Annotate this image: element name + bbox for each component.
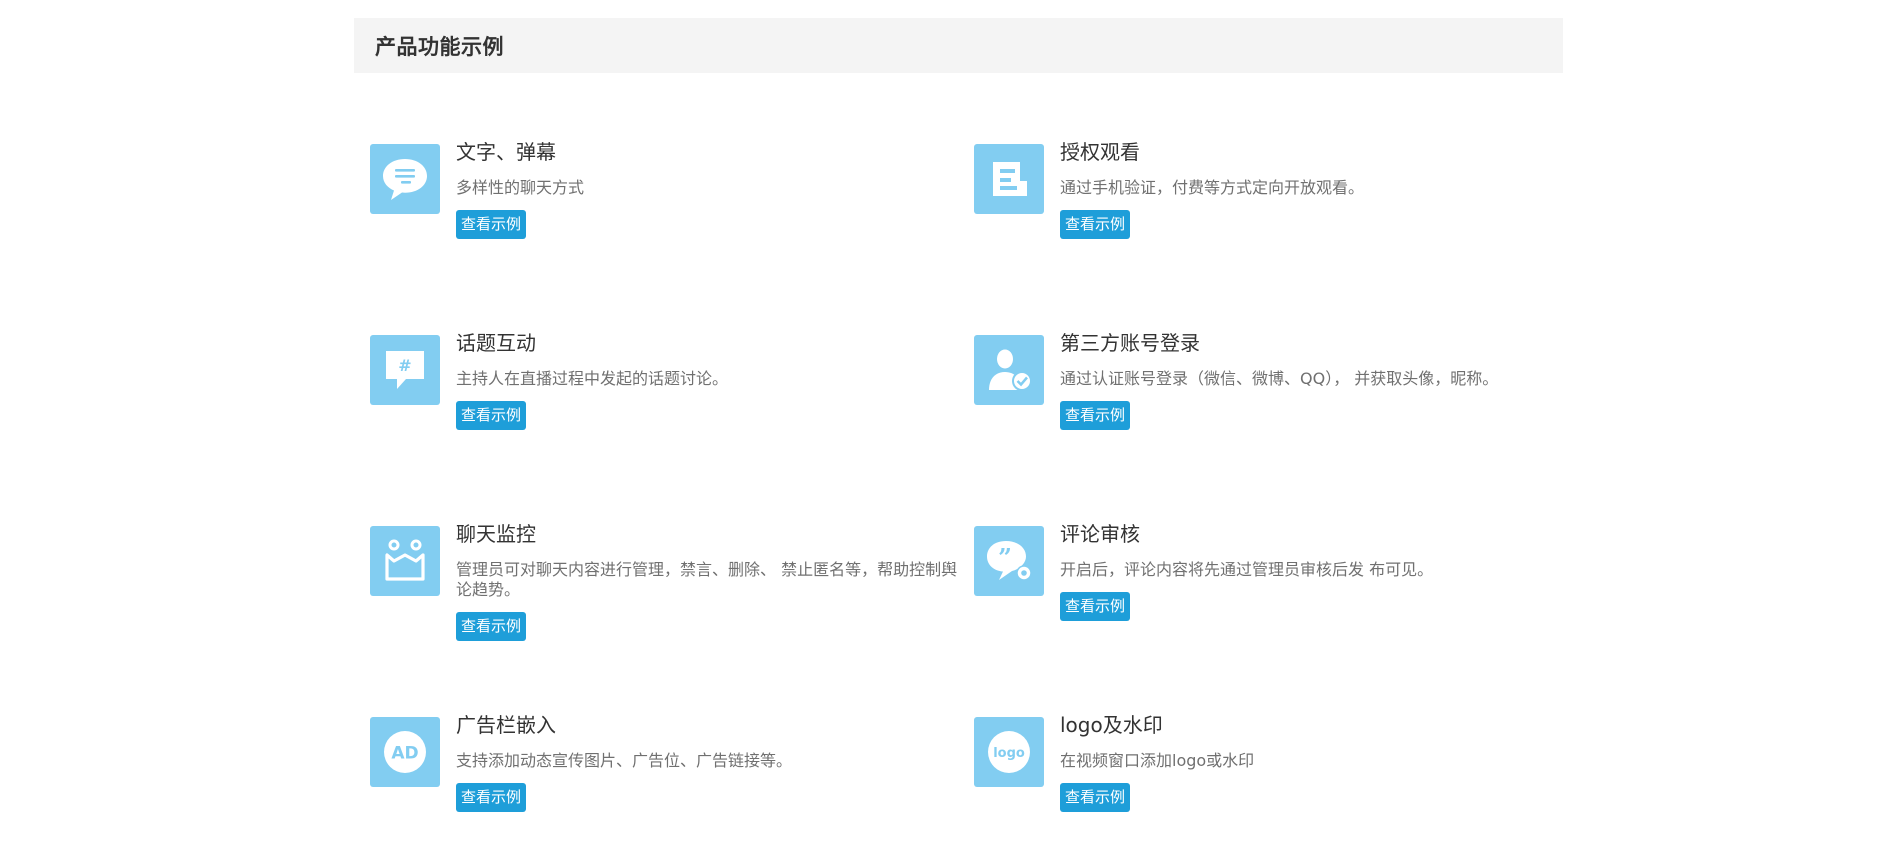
- logo-icon: logo: [974, 717, 1044, 787]
- view-example-button[interactable]: 查看示例: [456, 401, 527, 430]
- monitor-people-icon: [370, 526, 440, 596]
- quote-gear-icon: ”: [974, 526, 1044, 596]
- feature-desc: 通过认证账号登录（微信、微博、QQ）， 并获取头像，昵称。: [1060, 369, 1499, 388]
- feature-desc: 开启后，评论内容将先通过管理员审核后发 布可见。: [1060, 560, 1434, 579]
- svg-text:#: #: [398, 356, 411, 375]
- view-example-button[interactable]: 查看示例: [1060, 401, 1131, 430]
- feature-title: 广告栏嵌入: [456, 713, 556, 737]
- view-example-button[interactable]: 查看示例: [456, 210, 527, 239]
- feature-desc: 通过手机验证，付费等方式定向开放观看。: [1060, 178, 1365, 197]
- feature-desc: 主持人在直播过程中发起的话题讨论。: [456, 369, 729, 388]
- feature-desc: 支持添加动态宣传图片、广告位、广告链接等。: [456, 751, 793, 770]
- view-example-button[interactable]: 查看示例: [1060, 783, 1131, 812]
- section-title: 产品功能示例: [375, 34, 504, 59]
- view-example-button[interactable]: 查看示例: [1060, 592, 1131, 621]
- feature-desc: 在视频窗口添加logo或水印: [1060, 751, 1255, 770]
- section-header: 产品功能示例: [354, 18, 1563, 73]
- svg-text:logo: logo: [993, 746, 1025, 761]
- document-icon: [974, 144, 1044, 214]
- feature-desc: 管理员可对聊天内容进行管理，禁言、删除、 禁止匿名等，帮助控制舆论趋势。: [456, 560, 958, 599]
- svg-text:”: ”: [998, 543, 1012, 572]
- user-verified-icon: [974, 335, 1044, 405]
- view-example-button[interactable]: 查看示例: [456, 783, 527, 812]
- hashtag-bubble-icon: #: [370, 335, 440, 405]
- feature-title: 聊天监控: [456, 522, 536, 546]
- ad-icon: AD: [370, 717, 440, 787]
- feature-title: 评论审核: [1060, 522, 1140, 546]
- svg-text:AD: AD: [391, 744, 418, 764]
- feature-title: 话题互动: [456, 331, 536, 355]
- feature-title: 授权观看: [1060, 140, 1140, 164]
- feature-title: 文字、弹幕: [456, 140, 556, 164]
- feature-title: 第三方账号登录: [1060, 331, 1200, 355]
- feature-title: logo及水印: [1060, 713, 1163, 737]
- feature-desc: 多样性的聊天方式: [456, 178, 585, 197]
- chat-bubble-icon: [370, 144, 440, 214]
- view-example-button[interactable]: 查看示例: [1060, 210, 1131, 239]
- view-example-button[interactable]: 查看示例: [456, 612, 527, 641]
